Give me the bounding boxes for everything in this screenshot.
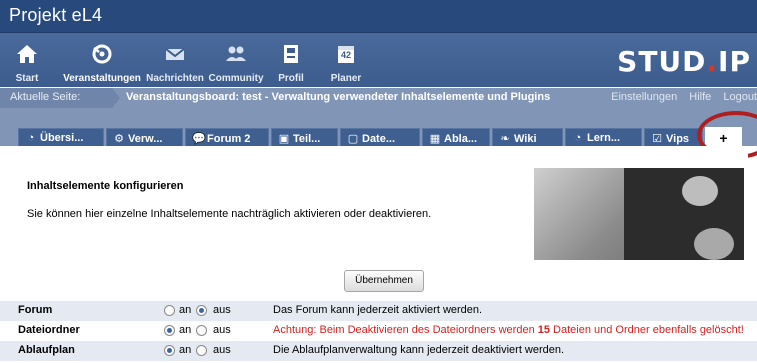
plugin-list: Forum an aus Das Forum kann jederzeit ak… — [0, 301, 757, 361]
app-title: Projekt eL4 — [9, 5, 103, 25]
wiki-icon: ❧ — [500, 133, 510, 145]
settings-link[interactable]: Einstellungen — [611, 91, 677, 103]
plugin-row-ablaufplan: Ablaufplan an aus Die Ablaufplanverwaltu… — [0, 341, 757, 361]
plugin-name: Ablaufplan — [18, 344, 75, 356]
tab-strip: ◔ Übersi... ⚙ Verw... 💬Forum 2 ▣ Teil... ▢ D… — [0, 108, 757, 151]
overview-icon: ◔ — [27, 132, 35, 144]
tab-label: Date... — [362, 133, 396, 145]
radio-off[interactable] — [196, 305, 207, 316]
puzzle-image — [534, 168, 744, 260]
home-icon — [17, 45, 37, 63]
logo-main: STUD — [617, 45, 707, 78]
plugin-info: Das Forum kann jederzeit aktiviert werde… — [273, 304, 483, 316]
tab-label: Übersi... — [40, 132, 84, 144]
tab-label: Abla... — [444, 133, 478, 145]
file-count: 15 — [537, 324, 550, 336]
radio-off-label: aus — [213, 324, 231, 336]
nav-veranstaltungen[interactable]: Veranstaltungen — [60, 33, 144, 88]
plugin-name: Dateiordner — [18, 324, 80, 336]
title-bar: Projekt eL4 — [0, 0, 757, 32]
plugin-warning: Achtung: Beim Deaktivieren des Dateiordn… — [273, 324, 744, 336]
logo-end: IP — [718, 45, 751, 78]
plugin-row-forum: Forum an aus Das Forum kann jederzeit ak… — [0, 301, 757, 321]
main-nav: Start Veranstaltungen Nachrichten Commun… — [0, 32, 757, 87]
nav-planer[interactable]: 42 Planer — [330, 33, 362, 88]
studip-logo: STUD.IP — [617, 45, 751, 78]
participants-icon: ▣ — [278, 133, 290, 145]
files-icon: ▢ — [347, 133, 359, 145]
tab-label: Vips — [666, 133, 690, 145]
help-link[interactable]: Hilfe — [689, 91, 711, 103]
mail-icon — [165, 48, 185, 60]
plugin-name: Forum — [18, 304, 53, 316]
plugin-row-dateiordner: Dateiordner an aus Achtung: Beim Deaktiv… — [0, 321, 757, 341]
nav-profil[interactable]: Profil — [278, 33, 304, 88]
tab-label: Verw... — [128, 133, 163, 145]
radio-on-label: an — [179, 344, 192, 356]
header-links: Einstellungen Hilfe Logout — [602, 91, 757, 103]
nav-label: Nachrichten — [146, 73, 204, 84]
nav-label: Planer — [330, 73, 362, 84]
puzzle-piece — [694, 228, 734, 260]
vips-icon: ☑ — [652, 133, 662, 145]
plugin-info: Die Ablaufplanverwaltung kann jederzeit … — [273, 344, 565, 356]
forum-icon: 💬 — [192, 133, 206, 145]
courses-icon — [92, 44, 112, 64]
radio-on-label: an — [179, 324, 192, 336]
nav-label: Veranstaltungen — [63, 73, 141, 84]
breadcrumb: Aktuelle Seite: Veranstaltungsboard: tes… — [0, 88, 757, 108]
nav-start[interactable]: Start — [14, 33, 40, 88]
radio-on[interactable] — [164, 325, 175, 336]
radio-off[interactable] — [196, 345, 207, 356]
breadcrumb-label: Aktuelle Seite: — [0, 88, 112, 108]
nav-label: Start — [15, 73, 39, 84]
learning-icon: ◔ — [574, 132, 582, 144]
profile-icon — [284, 45, 298, 63]
apply-button[interactable]: Übernehmen — [344, 270, 424, 292]
page-description: Sie können hier einzelne Inhaltselemente… — [27, 208, 432, 220]
puzzle-piece — [629, 198, 673, 238]
schedule-icon: ▦ — [429, 133, 441, 145]
breadcrumb-title: Veranstaltungsboard: test - Verwaltung v… — [126, 91, 551, 103]
page-heading: Inhaltselemente konfigurieren — [27, 180, 184, 192]
puzzle-piece — [682, 176, 718, 206]
radio-on[interactable] — [164, 345, 175, 356]
breadcrumb-arrow — [112, 88, 120, 108]
radio-off-label: aus — [213, 304, 231, 316]
radio-on-label: an — [179, 304, 192, 316]
logo-dot: . — [706, 45, 719, 78]
logout-link[interactable]: Logout — [723, 91, 757, 103]
nav-nachrichten[interactable]: Nachrichten — [144, 33, 206, 88]
planer-badge: 42 — [340, 50, 351, 60]
nav-label: Community — [208, 73, 264, 84]
nav-community[interactable]: Community — [206, 33, 266, 88]
tab-label: Wiki — [514, 133, 537, 145]
admin-icon: ⚙ — [114, 133, 124, 145]
tab-label: Lern... — [587, 132, 621, 144]
warning-text-end: Dateien und Ordner ebenfalls gelöscht! — [550, 324, 744, 336]
tab-label: Teil... — [293, 133, 321, 145]
radio-on[interactable] — [164, 305, 175, 316]
community-icon — [226, 46, 246, 61]
radio-off-label: aus — [213, 344, 231, 356]
nav-label: Profil — [278, 73, 304, 84]
warning-text: Achtung: Beim Deaktivieren des Dateiordn… — [273, 324, 538, 336]
tab-label: Forum 2 — [207, 133, 251, 145]
radio-off[interactable] — [196, 325, 207, 336]
